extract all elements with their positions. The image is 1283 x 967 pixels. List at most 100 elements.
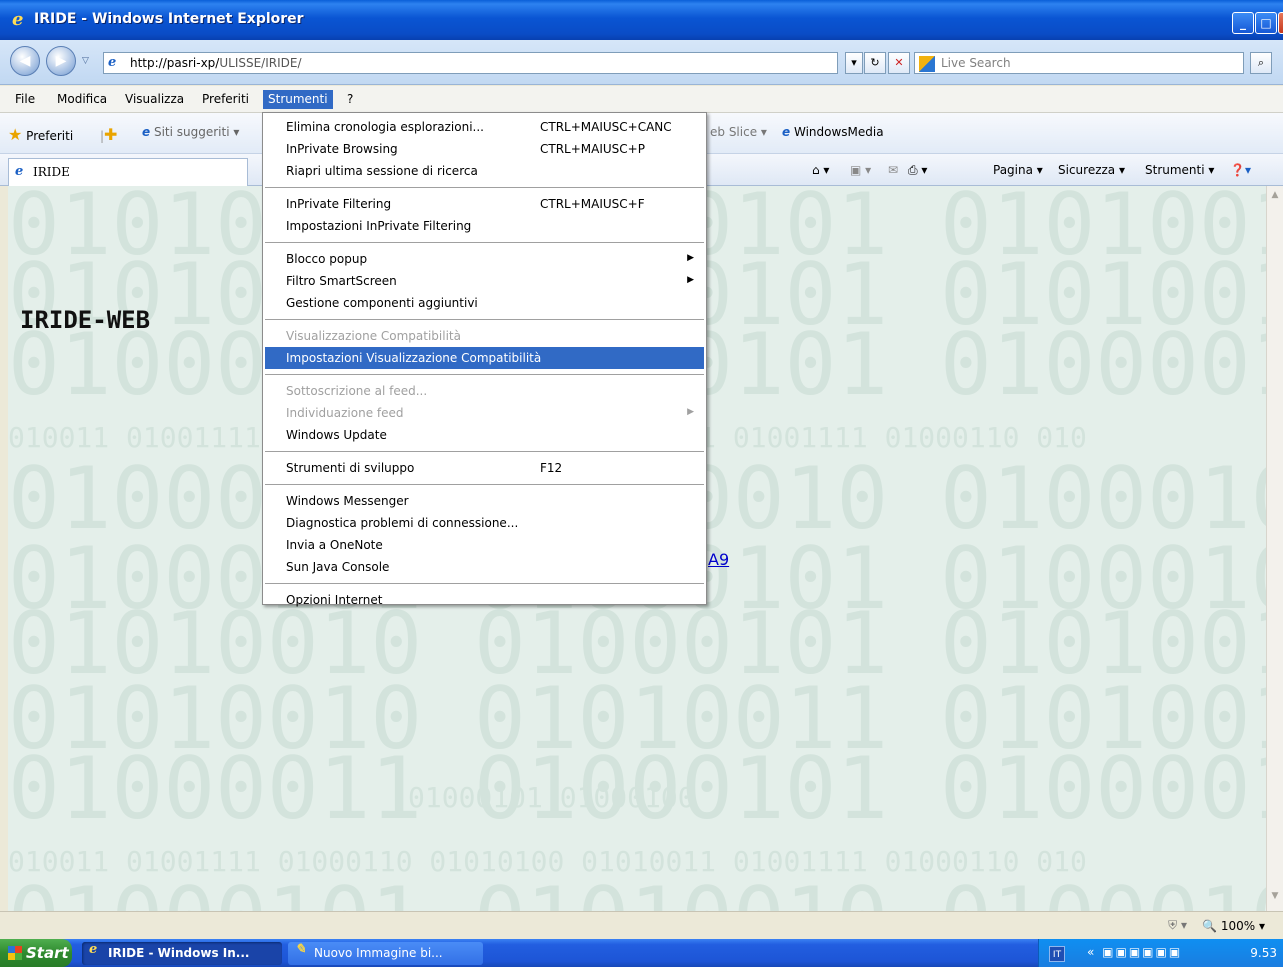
menu-entry-label: Individuazione feed xyxy=(286,406,404,420)
menu-visualizza[interactable]: Visualizza xyxy=(120,90,189,109)
menu-entry[interactable]: Riapri ultima sessione di ricerca xyxy=(265,160,704,182)
tab-favicon-icon: e xyxy=(15,164,24,179)
help-icon[interactable]: ❓▾ xyxy=(1230,163,1251,177)
menu-entry-label: Sun Java Console xyxy=(286,560,390,574)
address-field[interactable]: e http://pasri-xp/ULISSE/IRIDE/ xyxy=(103,52,838,74)
tools-menu[interactable]: Strumenti ▾ xyxy=(1145,163,1214,177)
vertical-scrollbar[interactable]: ▲ ▼ xyxy=(1266,186,1283,911)
menu-entry[interactable]: Strumenti di sviluppo F12 xyxy=(265,457,704,479)
strumenti-dropdown-menu: Elimina cronologia esplorazioni... CTRL+M… xyxy=(262,112,707,607)
back-button[interactable]: ◀ xyxy=(10,46,40,76)
address-dropdown-button[interactable]: ▾ xyxy=(845,52,863,74)
favorites-button[interactable]: ★ Preferiti xyxy=(8,125,73,144)
menu-entry[interactable]: Sun Java Console xyxy=(265,556,704,578)
taskbar-button-paint[interactable]: ✎ Nuovo Immagine bi... xyxy=(288,942,483,965)
windowsmedia-link[interactable]: e WindowsMedia xyxy=(782,125,884,139)
history-dropdown-icon[interactable]: ▽ xyxy=(82,56,89,66)
url-path: ULISSE/IRIDE/ xyxy=(219,56,302,70)
menu-preferiti[interactable]: Preferiti xyxy=(197,90,254,109)
menu-entry[interactable]: Blocco popup ▶ xyxy=(265,248,704,270)
refresh-button[interactable]: ↻ xyxy=(864,52,886,74)
menu-entry: Individuazione feed ▶ xyxy=(265,402,704,424)
menu-entry-shortcut: F12 xyxy=(540,461,563,475)
close-button[interactable]: × xyxy=(1278,12,1283,34)
menu-file[interactable]: File xyxy=(10,90,40,109)
menu-entry: Sottoscrizione al feed... xyxy=(265,380,704,402)
page-link[interactable]: A9 xyxy=(708,550,729,569)
star-icon: ★ xyxy=(8,125,23,144)
window-titlebar[interactable]: e IRIDE - Windows Internet Explorer _ □ … xyxy=(0,0,1283,40)
page-favicon-icon: e xyxy=(108,55,117,70)
web-slice-button[interactable]: eb Slice ▾ xyxy=(710,125,767,139)
menu-entry-label: Elimina cronologia esplorazioni... xyxy=(286,120,484,134)
taskbar-button-ie[interactable]: e IRIDE - Windows In... xyxy=(82,942,282,965)
menu-entry-label: Diagnostica problemi di connessione... xyxy=(286,516,519,530)
menu-entry[interactable]: Diagnostica problemi di connessione... xyxy=(265,512,704,534)
menu-bar: File Modifica Visualizza Preferiti Strum… xyxy=(0,86,1283,113)
url-host: http://pasri-xp/ xyxy=(130,56,220,70)
menu-entry[interactable]: Opzioni Internet xyxy=(265,589,704,611)
menu-entry[interactable]: Gestione componenti aggiuntivi xyxy=(265,292,704,314)
menu-separator xyxy=(265,319,704,320)
search-go-icon[interactable]: ⌕ xyxy=(1250,52,1272,74)
menu-modifica[interactable]: Modifica xyxy=(52,90,112,109)
print-icon[interactable]: ⎙ ▾ xyxy=(908,163,927,178)
start-button[interactable]: Start xyxy=(0,939,72,967)
tab-label: IRIDE xyxy=(33,165,70,179)
language-indicator[interactable]: IT xyxy=(1049,946,1065,962)
security-zone-icon[interactable]: ⛨ ▾ xyxy=(1168,918,1187,933)
menu-entry[interactable]: Windows Update xyxy=(265,424,704,446)
menu-entry[interactable]: InPrivate Browsing CTRL+MAIUSC+P xyxy=(265,138,704,160)
search-input[interactable]: Live Search xyxy=(914,52,1244,74)
menu-entry-label: Impostazioni Visualizzazione Compatibili… xyxy=(286,351,542,365)
menu-entry-label: Windows Messenger xyxy=(286,494,409,508)
ie-icon: e xyxy=(89,942,98,957)
tab-iride[interactable]: e IRIDE xyxy=(8,158,248,186)
menu-entry: Visualizzazione Compatibilità xyxy=(265,325,704,347)
menu-separator xyxy=(265,374,704,375)
paint-icon: ✎ xyxy=(295,942,306,957)
suggested-sites-button[interactable]: e Siti suggeriti ▾ xyxy=(142,125,239,139)
menu-entry-label: Impostazioni InPrivate Filtering xyxy=(286,219,472,233)
menu-entry-shortcut: CTRL+MAIUSC+P xyxy=(540,142,645,156)
add-favorite-icon[interactable]: |✚ xyxy=(100,125,117,144)
menu-entry[interactable]: Filtro SmartScreen ▶ xyxy=(265,270,704,292)
menu-entry[interactable]: InPrivate Filtering CTRL+MAIUSC+F xyxy=(265,193,704,215)
menu-strumenti[interactable]: Strumenti xyxy=(263,90,333,109)
forward-button[interactable]: ▶ xyxy=(46,46,76,76)
menu-separator xyxy=(265,583,704,584)
menu-separator xyxy=(265,242,704,243)
search-placeholder: Live Search xyxy=(941,56,1011,70)
menu-entry-label: Gestione componenti aggiuntivi xyxy=(286,296,478,310)
stop-button[interactable]: ✕ xyxy=(888,52,910,74)
scroll-up-icon[interactable]: ▲ xyxy=(1269,190,1281,204)
menu-help[interactable]: ? xyxy=(342,90,358,109)
menu-entry[interactable]: Windows Messenger xyxy=(265,490,704,512)
menu-entry-label: Invia a OneNote xyxy=(286,538,383,552)
clock: 9.53 xyxy=(1250,946,1277,960)
menu-entry-label: Visualizzazione Compatibilità xyxy=(286,329,461,343)
menu-separator xyxy=(265,187,704,188)
menu-entry[interactable]: Impostazioni Visualizzazione Compatibili… xyxy=(265,347,704,369)
home-icon[interactable]: ⌂ ▾ xyxy=(812,163,829,177)
scroll-down-icon[interactable]: ▼ xyxy=(1269,891,1281,905)
page-menu[interactable]: Pagina ▾ xyxy=(993,163,1043,177)
system-tray: IT « ▣▣▣▣▣▣ 9.53 xyxy=(1038,939,1283,967)
menu-entry[interactable]: Impostazioni InPrivate Filtering xyxy=(265,215,704,237)
feeds-icon[interactable]: ▣ ▾ xyxy=(850,163,871,177)
windows-taskbar: Start e IRIDE - Windows In... ✎ Nuovo Im… xyxy=(0,939,1283,967)
zoom-control[interactable]: 🔍 100% ▾ xyxy=(1202,919,1265,933)
menu-entry[interactable]: Elimina cronologia esplorazioni... CTRL+M… xyxy=(265,116,704,138)
safety-menu[interactable]: Sicurezza ▾ xyxy=(1058,163,1125,177)
menu-entry[interactable]: Invia a OneNote xyxy=(265,534,704,556)
menu-separator xyxy=(265,484,704,485)
menu-separator xyxy=(265,451,704,452)
tray-icons[interactable]: « ▣▣▣▣▣▣ xyxy=(1087,945,1182,959)
window-title: IRIDE - Windows Internet Explorer xyxy=(34,11,304,27)
minimize-button[interactable]: _ xyxy=(1232,12,1254,34)
menu-entry-label: Strumenti di sviluppo xyxy=(286,461,415,475)
maximize-button[interactable]: □ xyxy=(1255,12,1277,34)
submenu-arrow-icon: ▶ xyxy=(687,275,694,285)
submenu-arrow-icon: ▶ xyxy=(687,407,694,417)
mail-icon[interactable]: ✉ xyxy=(888,163,898,177)
